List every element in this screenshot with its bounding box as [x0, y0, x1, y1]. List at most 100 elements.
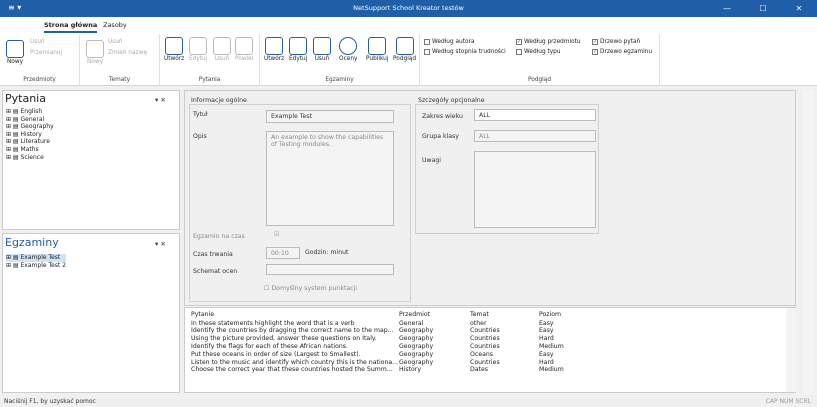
group-przedmioty: Nowy Usuń Przemianuj Przedmioty: [0, 34, 80, 86]
usun-przedmiot-button[interactable]: Usuń: [30, 39, 45, 45]
drzewo-egzaminu-checkbox[interactable]: ✓ Drzewo egzaminu: [592, 49, 652, 55]
wg-stopnia-checkbox[interactable]: Według stopnia trudności: [424, 49, 506, 55]
title-bar: ≡ ▾ NetSupport School Kreator testów — ☐…: [0, 0, 817, 17]
usun-egzamin-button[interactable]: Usuń: [313, 37, 331, 62]
tree-item-english[interactable]: ⊞ ▤ English: [6, 108, 54, 116]
nowy-przedmiot-button[interactable]: Nowy: [6, 40, 24, 65]
oceny-button[interactable]: Oceny: [339, 37, 357, 62]
usun-temat-button[interactable]: Usuń: [108, 39, 123, 45]
przemianuj-button[interactable]: Przemianuj: [30, 50, 62, 56]
tree-item-science[interactable]: ⊞ ▤ Science: [6, 154, 54, 162]
group-label: Przedmioty: [23, 77, 56, 83]
maximize-button[interactable]: ☐: [745, 0, 781, 17]
usun-pytanie-button[interactable]: Usuń: [213, 37, 231, 62]
trwanie-input[interactable]: 00:10: [266, 247, 300, 259]
status-keys: CAP NUM SCRL: [765, 398, 811, 405]
edit-exam-icon: [289, 37, 308, 55]
zakres-label: Zakres wieku: [422, 113, 463, 120]
table-cell: Geography: [399, 327, 434, 335]
powiel-button[interactable]: Powiel: [235, 37, 253, 62]
col-temat[interactable]: Temat: [470, 311, 489, 318]
tree-item-general[interactable]: ⊞ ▤ General: [6, 116, 54, 124]
table-cell: Oceans: [470, 350, 494, 358]
general-section-title: Informacje ogólne: [191, 97, 247, 104]
opc-section-title: Szczegóły opcjonalne: [418, 97, 485, 104]
table-cell: Listen to the music and identify which c…: [191, 358, 399, 366]
delete-question-icon: [213, 37, 231, 55]
grupa-input[interactable]: ALL: [474, 130, 596, 142]
tree-item-literature[interactable]: ⊞ ▤ Literature: [6, 138, 54, 146]
utworz-pytanie-button[interactable]: Utwórz: [164, 37, 184, 62]
group-pytania: Utwórz Edytuj Usuń Powiel Pytania: [160, 34, 260, 86]
table-cell: Identify the flags for each of these Afr…: [191, 342, 348, 350]
close-button[interactable]: ✕: [781, 0, 817, 17]
edytuj-pytanie-button[interactable]: Edytuj: [189, 37, 207, 62]
window-title: NetSupport School Kreator testów: [353, 4, 464, 12]
table-cell: Hard: [539, 358, 554, 366]
publish-icon: [368, 37, 387, 55]
col-pytanie[interactable]: Pytanie: [191, 311, 214, 318]
tree-item-geography[interactable]: ⊞ ▤ Geography: [6, 123, 54, 131]
zakres-input[interactable]: ALL: [474, 109, 596, 121]
group-label: Pytania: [198, 77, 221, 83]
table-cell: Geography: [399, 358, 434, 366]
delete-exam-icon: [313, 37, 331, 55]
tree-item-example-test[interactable]: ⊞ ▤ Example Test: [6, 254, 66, 262]
tree-item-example-test-2[interactable]: ⊞ ▤ Example Test 2: [6, 262, 66, 270]
domyslny-checkbox[interactable]: ☐ Domyślny system punktacji: [264, 285, 357, 292]
ribbon: Nowy Usuń Przemianuj Przedmioty Nowy Usu…: [0, 34, 817, 86]
egzaminy-tree: ⊞ ▤ Example Test ⊞ ▤ Example Test 2: [6, 254, 66, 269]
col-poziom[interactable]: Poziom: [539, 311, 561, 318]
edytuj-egzamin-button[interactable]: Edytuj: [289, 37, 307, 62]
publikuj-button[interactable]: Publikuj: [366, 37, 388, 62]
pytania-panel-controls[interactable]: ▾ ✕: [155, 96, 166, 104]
table-cell: Identify the countries by dragging the c…: [191, 327, 394, 335]
uwagi-textarea[interactable]: [474, 151, 596, 228]
duplicate-icon: [235, 37, 254, 55]
tab-zasoby[interactable]: Zasoby: [103, 21, 127, 29]
create-question-icon: [165, 37, 184, 55]
czas-checkbox[interactable]: ☑: [274, 231, 280, 238]
egzaminy-panel-controls[interactable]: ▾ ✕: [155, 240, 166, 248]
utworz-egzamin-button[interactable]: Utwórz: [264, 37, 284, 62]
col-przedmiot[interactable]: Przedmiot: [399, 311, 430, 318]
table-cell: Easy: [539, 327, 554, 335]
podglad-button[interactable]: Podgląd: [393, 37, 416, 62]
egzaminy-panel-title: Egzaminy: [5, 236, 59, 249]
table-cell: Hard: [539, 335, 554, 343]
table-cell: Medium: [539, 342, 564, 350]
group-label: Egzaminy: [325, 77, 354, 83]
opis-textarea[interactable]: An example to show the capabilities of T…: [266, 131, 394, 226]
preview-icon: [395, 37, 414, 55]
minimize-button[interactable]: —: [709, 0, 745, 17]
tytul-input[interactable]: Example Test: [266, 110, 394, 123]
table-cell: In these statements highlight the word t…: [191, 319, 355, 327]
wg-przedmiotu-checkbox[interactable]: ✓ Według przedmiotu: [516, 39, 581, 45]
opis-label: Opis: [193, 133, 207, 140]
wg-typu-checkbox[interactable]: Według typu: [516, 49, 561, 55]
main-scrollbar[interactable]: [803, 90, 815, 395]
tab-strona-glowna[interactable]: Strona główna: [44, 21, 98, 33]
table-cell: Dates: [470, 366, 489, 374]
exam-details: Informacje ogólne Tytuł Example Test Opi…: [184, 90, 796, 306]
nowy-temat-button[interactable]: Nowy: [86, 40, 104, 65]
status-help: Naciśnij F1, by uzyskać pomoc: [4, 398, 96, 405]
status-bar: Naciśnij F1, by uzyskać pomoc CAP NUM SC…: [0, 395, 817, 407]
table-cell: Medium: [539, 366, 564, 374]
schemat-select[interactable]: [266, 264, 394, 275]
grupa-label: Grupa klasy: [422, 133, 459, 140]
grid-scrollbar[interactable]: [786, 308, 796, 392]
table-cell: Geography: [399, 335, 434, 343]
zmien-nazwe-button[interactable]: Zmień nazwę: [108, 50, 147, 56]
tree-item-maths[interactable]: ⊞ ▤ Maths: [6, 146, 54, 154]
grades-icon: [339, 37, 358, 55]
tree-item-history[interactable]: ⊞ ▤ History: [6, 131, 54, 139]
wg-autora-checkbox[interactable]: Według autora: [424, 39, 474, 45]
new-topic-icon: [86, 40, 104, 58]
tytul-label: Tytuł: [193, 111, 208, 118]
table-cell: Countries: [470, 358, 500, 366]
pytania-panel-title: Pytania: [5, 92, 46, 105]
ribbon-tabs: Strona główna Zasoby: [0, 17, 817, 34]
godzin-label: Godzin: minut: [305, 249, 349, 256]
drzewo-pytan-checkbox[interactable]: ✓ Drzewo pytań: [592, 39, 640, 45]
